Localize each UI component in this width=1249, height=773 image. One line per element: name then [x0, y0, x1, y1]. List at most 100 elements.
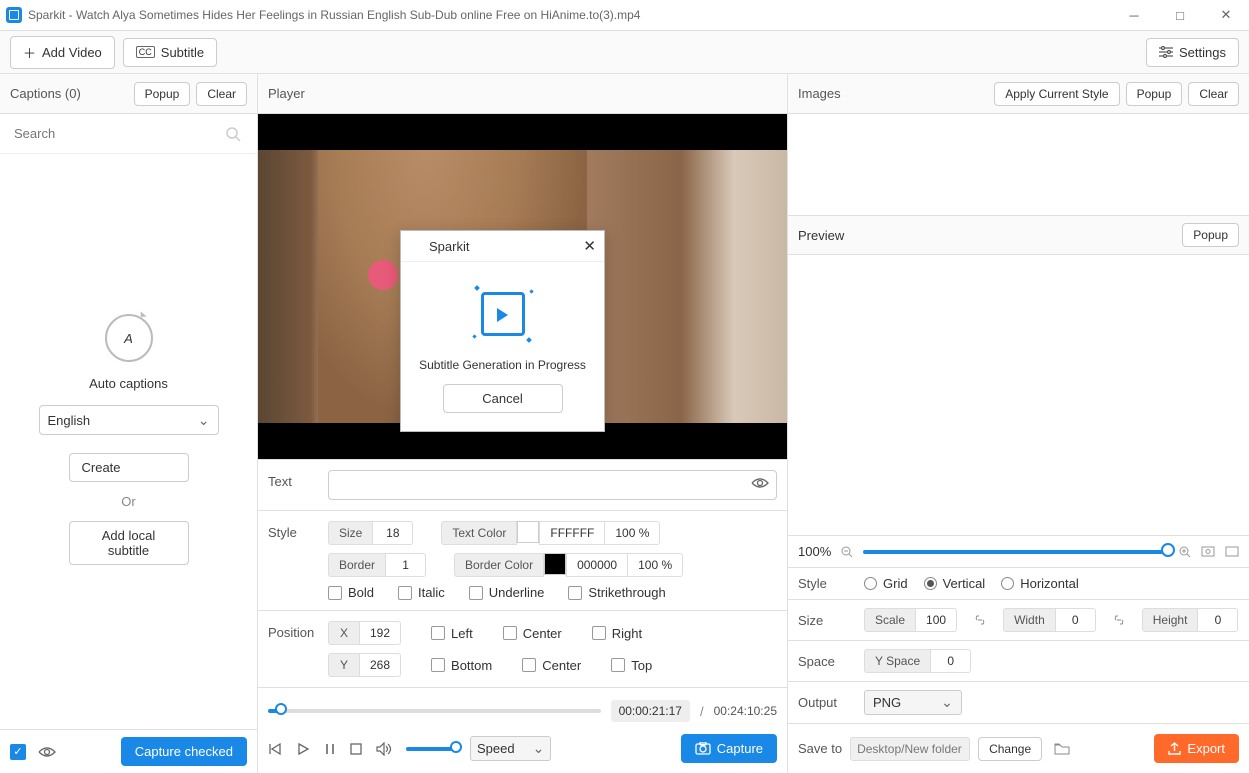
- zoom-out-icon[interactable]: [841, 546, 853, 558]
- strikethrough-checkbox[interactable]: Strikethrough: [568, 585, 665, 600]
- add-video-button[interactable]: ＋ Add Video: [10, 36, 115, 69]
- speed-select[interactable]: Speed⌄: [470, 736, 551, 761]
- chevron-down-icon: ⌄: [198, 412, 210, 429]
- camera-icon: [695, 742, 711, 755]
- subtitle-button[interactable]: CC Subtitle: [123, 38, 217, 67]
- textcolor-hex[interactable]: FFFFFF: [539, 521, 605, 545]
- captions-popup-button[interactable]: Popup: [134, 82, 191, 106]
- yspace-input[interactable]: 0: [931, 649, 971, 673]
- pos-center-h-checkbox[interactable]: Center: [503, 626, 562, 641]
- preview-eye-icon[interactable]: [751, 477, 769, 489]
- prev-frame-button[interactable]: [268, 742, 282, 756]
- pos-top-checkbox[interactable]: Top: [611, 658, 652, 673]
- zoom-in-icon[interactable]: [1179, 546, 1191, 558]
- select-all-checkbox[interactable]: ✓: [10, 744, 26, 760]
- fit-icon[interactable]: [1201, 546, 1215, 557]
- pos-left-checkbox[interactable]: Left: [431, 626, 473, 641]
- width-input[interactable]: 0: [1056, 608, 1096, 632]
- folder-icon[interactable]: [1054, 742, 1070, 755]
- export-button[interactable]: Export: [1154, 734, 1239, 763]
- horizontal-radio[interactable]: Horizontal: [1001, 576, 1079, 591]
- change-path-button[interactable]: Change: [978, 737, 1042, 761]
- player-title: Player: [268, 86, 777, 101]
- apply-style-button[interactable]: Apply Current Style: [994, 82, 1119, 106]
- or-label: Or: [121, 494, 135, 509]
- caption-text-input[interactable]: [328, 470, 777, 500]
- captions-body: A Auto captions English ⌄ Create Or Add …: [0, 154, 257, 729]
- visibility-icon[interactable]: [38, 746, 56, 758]
- capture-checked-button[interactable]: Capture checked: [121, 737, 247, 766]
- text-label: Text: [268, 470, 328, 500]
- y-input[interactable]: 268: [360, 653, 401, 677]
- main-toolbar: ＋ Add Video CC Subtitle Settings: [0, 30, 1249, 74]
- height-input[interactable]: 0: [1198, 608, 1238, 632]
- style-label: Style: [268, 521, 328, 600]
- timeline-slider[interactable]: [268, 709, 601, 713]
- search-box: [0, 114, 257, 154]
- time-current: 00:00:21:17: [611, 700, 690, 722]
- pos-bottom-checkbox[interactable]: Bottom: [431, 658, 492, 673]
- images-header: Images Apply Current Style Popup Clear: [788, 74, 1249, 114]
- preview-header: Preview Popup: [788, 215, 1249, 255]
- y-tag: Y: [328, 653, 360, 677]
- border-input[interactable]: 1: [386, 553, 426, 577]
- output-format-select[interactable]: PNG⌄: [864, 690, 962, 715]
- yspace-tag: Y Space: [864, 649, 931, 673]
- stop-button[interactable]: [350, 743, 362, 755]
- dialog-title: Sparkit: [429, 239, 583, 254]
- link-scale-icon[interactable]: [973, 614, 987, 626]
- pos-right-checkbox[interactable]: Right: [592, 626, 642, 641]
- x-tag: X: [328, 621, 360, 645]
- vertical-radio[interactable]: Vertical: [924, 576, 986, 591]
- app-icon: [6, 7, 22, 23]
- grid-radio[interactable]: Grid: [864, 576, 908, 591]
- export-icon: [1168, 742, 1181, 755]
- size-input[interactable]: 18: [373, 521, 413, 545]
- close-button[interactable]: ✕: [1203, 0, 1249, 30]
- space-label: Space: [798, 654, 848, 669]
- x-input[interactable]: 192: [360, 621, 401, 645]
- italic-checkbox[interactable]: Italic: [398, 585, 445, 600]
- textcolor-swatch[interactable]: [517, 521, 539, 543]
- maximize-button[interactable]: □: [1157, 0, 1203, 30]
- pos-center-v-checkbox[interactable]: Center: [522, 658, 581, 673]
- scale-input[interactable]: 100: [916, 608, 957, 632]
- zoom-row: 100%: [788, 535, 1249, 567]
- bordercolor-tag: Border Color: [454, 553, 544, 577]
- minimize-button[interactable]: ─: [1111, 0, 1157, 30]
- search-input[interactable]: [10, 120, 247, 147]
- capture-button[interactable]: Capture: [681, 734, 777, 763]
- scale-tag: Scale: [864, 608, 916, 632]
- timeline: 00:00:21:17 / 00:24:10:25: [258, 687, 787, 728]
- actual-size-icon[interactable]: [1225, 546, 1239, 557]
- zoom-slider[interactable]: [863, 550, 1169, 554]
- images-popup-button[interactable]: Popup: [1126, 82, 1183, 106]
- bordercolor-hex[interactable]: 000000: [566, 553, 628, 577]
- settings-button[interactable]: Settings: [1146, 38, 1239, 67]
- preview-popup-button[interactable]: Popup: [1182, 223, 1239, 247]
- dialog-cancel-button[interactable]: Cancel: [443, 384, 563, 413]
- bordercolor-swatch[interactable]: [544, 553, 566, 575]
- pause-button[interactable]: [324, 742, 336, 756]
- underline-checkbox[interactable]: Underline: [469, 585, 545, 600]
- player-controls: Speed⌄ Capture: [258, 728, 787, 773]
- images-clear-button[interactable]: Clear: [1188, 82, 1239, 106]
- dialog-close-button[interactable]: ✕: [583, 237, 596, 255]
- auto-captions-label: Auto captions: [89, 376, 168, 391]
- add-local-subtitle-button[interactable]: Add local subtitle: [69, 521, 189, 565]
- captions-clear-button[interactable]: Clear: [196, 82, 247, 106]
- play-button[interactable]: [296, 742, 310, 756]
- size-tag: Size: [328, 521, 373, 545]
- language-select[interactable]: English ⌄: [39, 405, 219, 435]
- saveto-label: Save to: [798, 741, 842, 756]
- create-button[interactable]: Create: [69, 453, 189, 482]
- bold-checkbox[interactable]: Bold: [328, 585, 374, 600]
- textcolor-opacity[interactable]: 100 %: [605, 521, 660, 545]
- cc-icon: CC: [136, 46, 155, 58]
- bordercolor-opacity[interactable]: 100 %: [628, 553, 683, 577]
- size-label: Size: [798, 613, 848, 628]
- height-tag: Height: [1142, 608, 1199, 632]
- volume-slider[interactable]: [406, 747, 456, 751]
- link-wh-icon[interactable]: [1112, 614, 1126, 626]
- volume-icon[interactable]: [376, 742, 392, 756]
